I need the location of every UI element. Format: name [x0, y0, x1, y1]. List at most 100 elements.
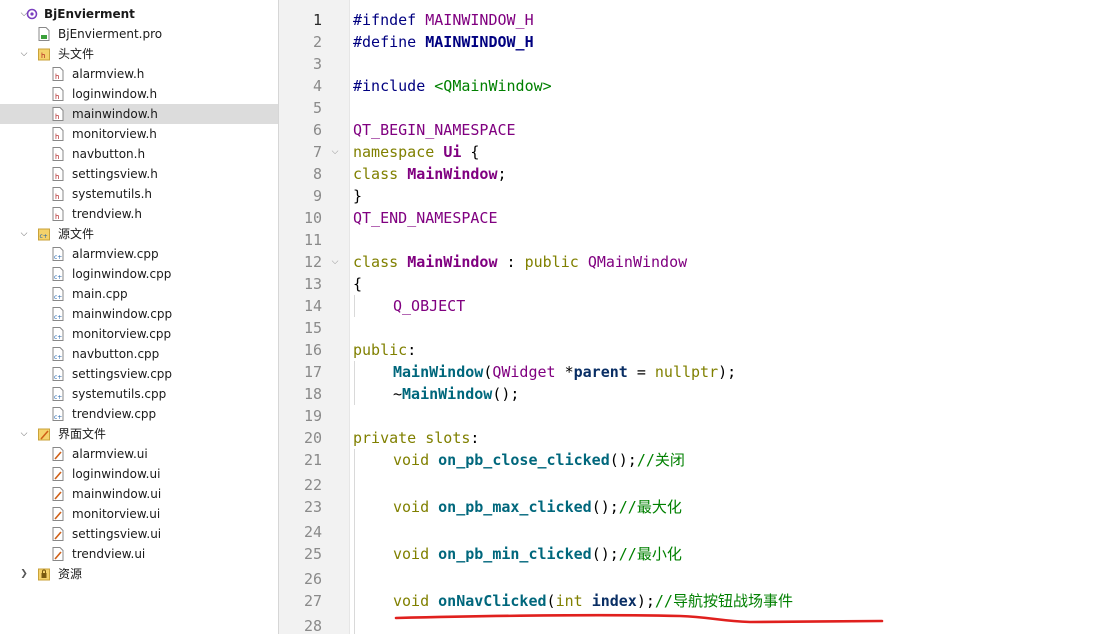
cpp-file-icon: c+	[52, 367, 64, 381]
code-token: on_pb_close_clicked	[438, 451, 610, 469]
project-tree: ⌵ BjEnvierment BjEnvierment.pro ⌵ h 头文件 …	[0, 0, 279, 634]
tree-item-source-file[interactable]: c+ monitorview.cpp	[0, 324, 278, 344]
code-line-10[interactable]: QT_END_NAMESPACE	[353, 207, 498, 229]
code-token: );	[718, 363, 737, 381]
code-line-6[interactable]: QT_BEGIN_NAMESPACE	[353, 119, 516, 141]
code-token: :	[497, 253, 525, 271]
tree-item-ui-file[interactable]: mainwindow.ui	[0, 484, 278, 504]
file-label: loginwindow.h	[72, 87, 158, 101]
svg-text:c+: c+	[54, 274, 62, 281]
code-line-1[interactable]: #ifndef MAINWINDOW_H	[353, 9, 534, 31]
line-number: 20	[303, 429, 322, 447]
code-line-8[interactable]: class MainWindow;	[353, 163, 507, 185]
code-token: (	[546, 592, 556, 610]
tree-item-ui-file[interactable]: monitorview.ui	[0, 504, 278, 524]
qt-project-icon	[26, 8, 38, 20]
tree-item-header-file[interactable]: h monitorview.h	[0, 124, 278, 144]
ui-file-icon	[52, 507, 64, 521]
tree-item-project-root[interactable]: ⌵ BjEnvierment	[0, 4, 278, 24]
code-token: =	[627, 363, 655, 381]
tree-item-header-file[interactable]: h systemutils.h	[0, 184, 278, 204]
svg-text:h: h	[41, 52, 45, 60]
tree-item-header-file[interactable]: h navbutton.h	[0, 144, 278, 164]
svg-text:h: h	[55, 153, 59, 161]
project-root-label: BjEnvierment	[44, 7, 135, 21]
line-number: 5	[312, 99, 322, 117]
code-line-14[interactable]: Q_OBJECT	[393, 295, 465, 317]
tree-item-source-file[interactable]: c+ main.cpp	[0, 284, 278, 304]
code-line-7[interactable]: namespace Ui {	[353, 141, 479, 163]
resources-folder-label: 资源	[58, 567, 83, 581]
chevron-down-icon[interactable]: ⌵	[18, 44, 30, 64]
svg-text:c+: c+	[54, 314, 62, 321]
tree-item-source-file[interactable]: c+ systemutils.cpp	[0, 384, 278, 404]
code-token: onNavClicked	[438, 592, 547, 610]
tree-folder-forms[interactable]: ⌵ 界面文件	[0, 424, 278, 444]
line-number: 25	[303, 545, 322, 563]
file-label: alarmview.cpp	[72, 247, 159, 261]
file-label: settingsview.h	[72, 167, 158, 181]
tree-item-source-file[interactable]: c+ alarmview.cpp	[0, 244, 278, 264]
header-file-icon: h	[52, 147, 64, 161]
file-label: settingsview.ui	[72, 527, 162, 541]
line-number: 22	[303, 476, 322, 494]
file-label: monitorview.h	[72, 127, 157, 141]
code-line-2[interactable]: #define MAINWINDOW_H	[353, 31, 534, 53]
code-line-21[interactable]: void on_pb_close_clicked();//关闭	[393, 449, 685, 471]
svg-text:h: h	[55, 193, 59, 201]
code-line-27[interactable]: void onNavClicked(int index);//导航按钮战场事件	[393, 590, 793, 612]
code-token: namespace	[353, 143, 444, 161]
line-number: 21	[303, 451, 322, 469]
chevron-right-icon[interactable]: ❯	[18, 564, 30, 584]
tree-item-header-file[interactable]: h trendview.h	[0, 204, 278, 224]
code-token: }	[353, 187, 363, 205]
file-label: loginwindow.cpp	[72, 267, 172, 281]
file-label: mainwindow.ui	[72, 487, 162, 501]
code-line-25[interactable]: void on_pb_min_clicked();//最小化	[393, 543, 682, 565]
tree-item-header-file[interactable]: h settingsview.h	[0, 164, 278, 184]
tree-folder-sources[interactable]: ⌵ c+ 源文件	[0, 224, 278, 244]
ui-file-icon	[52, 527, 64, 541]
tree-item-source-file[interactable]: c+ settingsview.cpp	[0, 364, 278, 384]
tree-item-ui-file[interactable]: settingsview.ui	[0, 524, 278, 544]
chevron-down-icon[interactable]: ⌵	[18, 224, 30, 244]
code-line-13[interactable]: {	[353, 273, 362, 295]
code-token: int	[555, 592, 592, 610]
line-number: 7	[312, 143, 322, 161]
code-line-12[interactable]: class MainWindow : public QMainWindow	[353, 251, 687, 273]
tree-item-source-file[interactable]: c+ navbutton.cpp	[0, 344, 278, 364]
file-label: settingsview.cpp	[72, 367, 173, 381]
code-line-4[interactable]: #include <QMainWindow>	[353, 75, 552, 97]
tree-item-source-file[interactable]: c+ mainwindow.cpp	[0, 304, 278, 324]
tree-item-ui-file[interactable]: loginwindow.ui	[0, 464, 278, 484]
code-line-18[interactable]: ~MainWindow();	[393, 383, 519, 405]
tree-item-source-file[interactable]: c+ loginwindow.cpp	[0, 264, 278, 284]
code-token: on_pb_max_clicked	[438, 498, 592, 516]
fold-marker-icon[interactable]: ⌵	[329, 141, 341, 163]
code-token: class	[353, 253, 408, 271]
tree-item-header-file[interactable]: h loginwindow.h	[0, 84, 278, 104]
cpp-file-icon: c+	[52, 287, 64, 301]
code-line-16[interactable]: public:	[353, 339, 416, 361]
fold-marker-icon[interactable]: ⌵	[329, 251, 341, 273]
code-token: class	[353, 165, 408, 183]
tree-item-header-file[interactable]: h alarmview.h	[0, 64, 278, 84]
code-token: public	[524, 253, 588, 271]
tree-item-pro-file[interactable]: BjEnvierment.pro	[0, 24, 278, 44]
svg-text:h: h	[55, 173, 59, 181]
tree-item-ui-file[interactable]: alarmview.ui	[0, 444, 278, 464]
tree-item-source-file[interactable]: c+ trendview.cpp	[0, 404, 278, 424]
code-line-9[interactable]: }	[353, 185, 362, 207]
tree-folder-headers[interactable]: ⌵ h 头文件	[0, 44, 278, 64]
chevron-down-icon[interactable]: ⌵	[18, 424, 30, 444]
tree-item-ui-file[interactable]: trendview.ui	[0, 544, 278, 564]
tree-folder-resources[interactable]: ❯ 资源	[0, 564, 278, 584]
code-token: QWidget	[492, 363, 556, 381]
tree-item-header-file-selected[interactable]: h mainwindow.h	[0, 104, 278, 124]
code-line-23[interactable]: void on_pb_max_clicked();//最大化	[393, 496, 682, 518]
svg-text:h: h	[55, 93, 59, 101]
line-number: 3	[312, 55, 322, 73]
header-file-icon: h	[52, 127, 64, 141]
code-line-17[interactable]: MainWindow(QWidget *parent = nullptr);	[393, 361, 736, 383]
code-line-20[interactable]: private slots:	[353, 427, 479, 449]
